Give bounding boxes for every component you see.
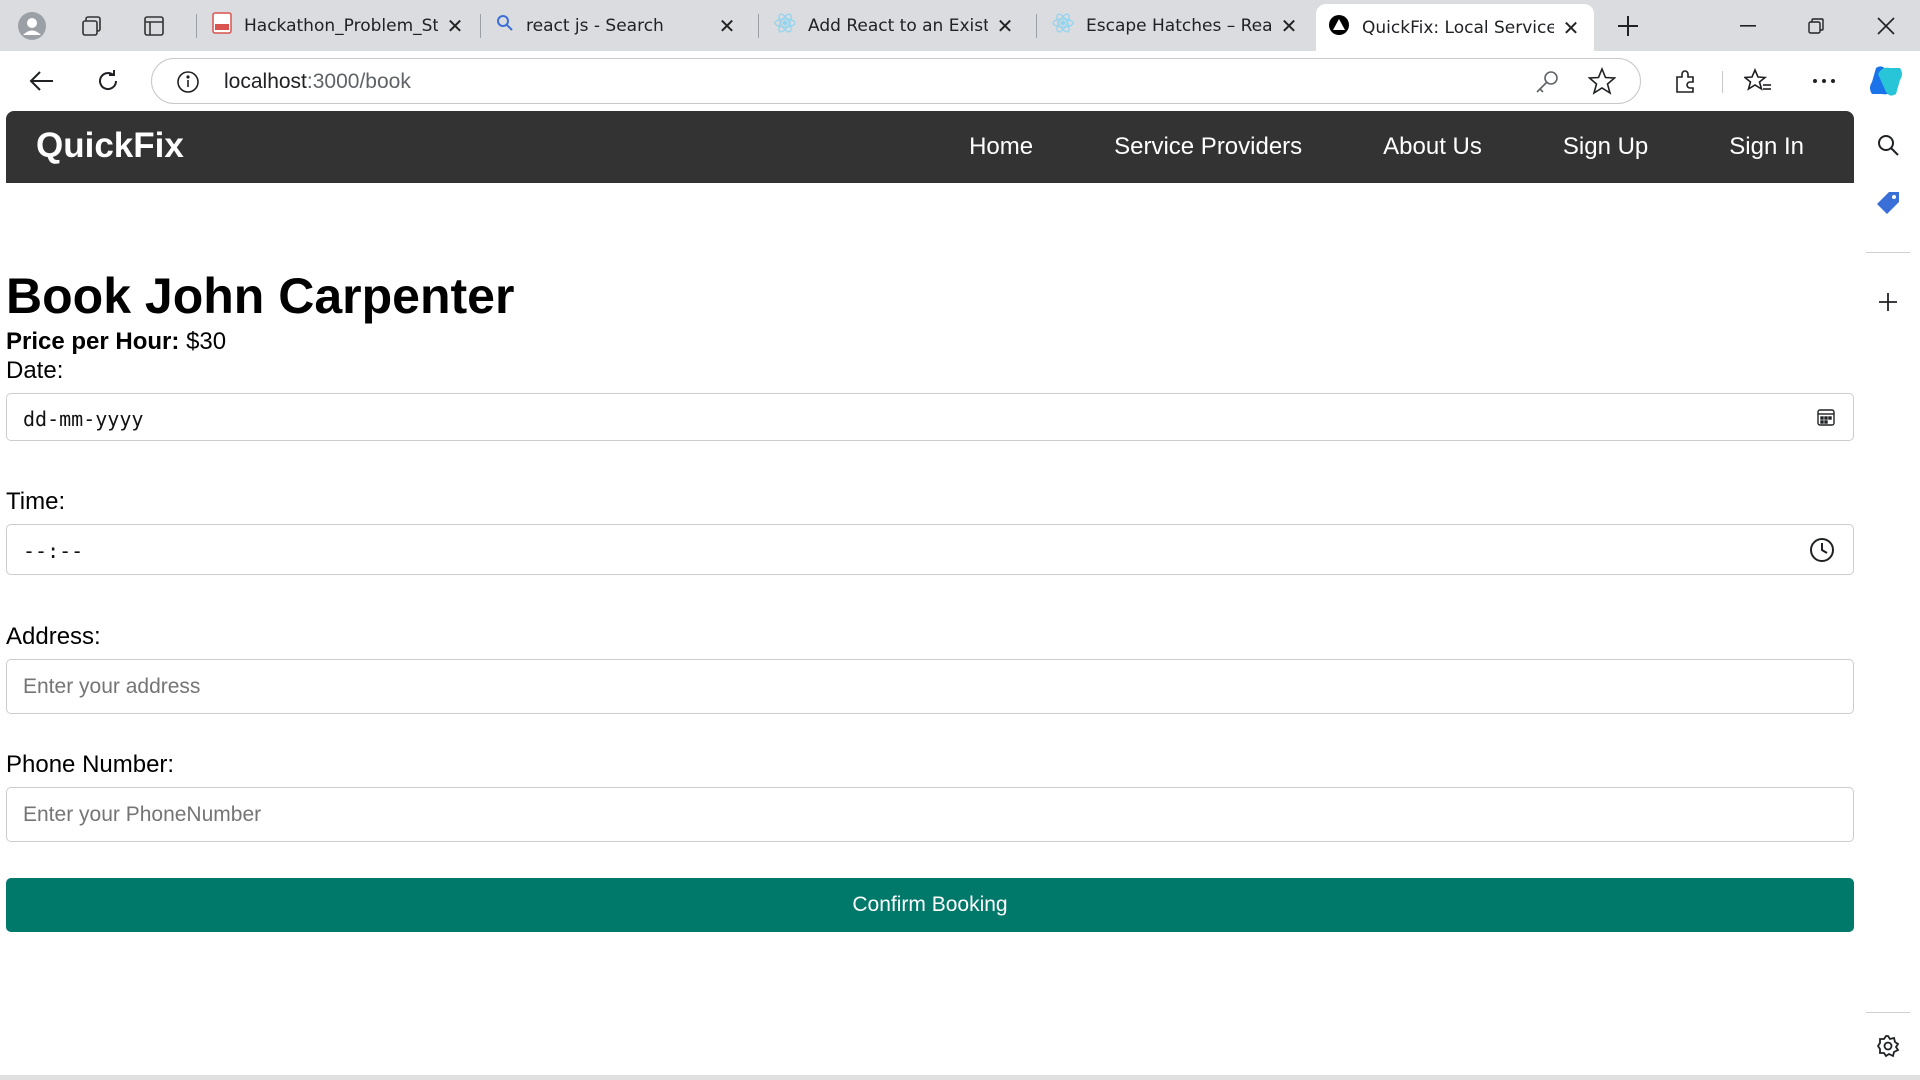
workspaces-icon[interactable] — [74, 8, 110, 44]
tab-separator — [196, 14, 197, 38]
search-icon — [496, 14, 514, 37]
address-label: Address: — [6, 623, 101, 650]
time-label: Time: — [6, 488, 66, 515]
clock-icon[interactable] — [1809, 537, 1835, 568]
edge-sidebar — [1856, 111, 1920, 1080]
restore-icon[interactable] — [1782, 0, 1850, 51]
tab-actions-icon[interactable] — [136, 8, 172, 44]
site-navbar: QuickFix Home Service Providers About Us… — [6, 111, 1854, 183]
window-bottom-edge — [0, 1075, 1920, 1080]
favorites-icon[interactable] — [1738, 61, 1778, 101]
nav-service-providers[interactable]: Service Providers — [1114, 133, 1302, 161]
react-icon — [774, 12, 796, 39]
time-input[interactable]: --:-- — [6, 524, 1854, 575]
reload-icon[interactable] — [88, 61, 128, 101]
brand-logo[interactable]: QuickFix — [36, 126, 184, 166]
tab-escape-hatches[interactable]: Escape Hatches – React ✕ — [1040, 4, 1312, 47]
new-tab-icon[interactable] — [1610, 8, 1646, 44]
browser-tab-strip: Hackathon_Problem_Sta ✕ react js - Searc… — [0, 0, 1920, 51]
password-key-icon[interactable] — [1534, 69, 1560, 95]
settings-gear-icon[interactable] — [1874, 1032, 1902, 1060]
more-menu-icon[interactable] — [1804, 61, 1844, 101]
address-bar[interactable]: localhost:3000/book — [151, 58, 1641, 104]
nav-home[interactable]: Home — [969, 133, 1033, 161]
nav-sign-up[interactable]: Sign Up — [1563, 133, 1648, 161]
close-icon[interactable]: ✕ — [1560, 16, 1582, 40]
address-input[interactable]: Enter your address — [6, 659, 1854, 714]
date-value: dd-mm-yyyy — [23, 407, 144, 431]
nav-sign-in[interactable]: Sign In — [1729, 133, 1804, 161]
price-label: Price per Hour: — [6, 328, 180, 355]
search-icon[interactable] — [1874, 131, 1902, 159]
tab-separator — [1036, 14, 1037, 38]
phone-label: Phone Number: — [6, 751, 175, 778]
tab-title: react js - Search — [526, 15, 664, 36]
nav-links: Home Service Providers About Us Sign Up … — [888, 111, 1804, 183]
toolbar-divider — [1722, 71, 1723, 93]
close-icon[interactable]: ✕ — [716, 14, 738, 38]
url-host: localhost — [224, 70, 307, 93]
shopping-tag-icon[interactable] — [1874, 189, 1902, 217]
copilot-icon[interactable] — [1866, 61, 1906, 101]
close-icon[interactable]: ✕ — [444, 14, 466, 38]
tab-separator — [758, 14, 759, 38]
price-value: $30 — [186, 328, 227, 355]
sidebar-divider — [1866, 252, 1910, 253]
address-placeholder: Enter your address — [23, 675, 201, 698]
react-icon — [1052, 12, 1074, 39]
site-info-icon[interactable] — [176, 70, 200, 94]
browser-toolbar: localhost:3000/book — [0, 51, 1920, 111]
page-viewport: QuickFix Home Service Providers About Us… — [6, 111, 1854, 1075]
time-value: --:-- — [23, 539, 84, 563]
price-line: Price per Hour: $30 — [6, 328, 226, 356]
close-icon[interactable]: ✕ — [994, 14, 1016, 38]
tab-quickfix[interactable]: QuickFix: Local Service P ✕ — [1316, 4, 1594, 51]
profile-icon[interactable] — [14, 8, 50, 44]
tab-add-react[interactable]: Add React to an Existing ✕ — [762, 4, 1028, 47]
tab-title: Hackathon_Problem_Sta — [244, 15, 438, 36]
close-icon[interactable]: ✕ — [1278, 14, 1300, 38]
date-label: Date: — [6, 357, 64, 384]
date-input[interactable]: dd-mm-yyyy — [6, 393, 1854, 441]
tab-hackathon-pdf[interactable]: Hackathon_Problem_Sta ✕ — [200, 4, 478, 47]
tab-react-search[interactable]: react js - Search ✕ — [484, 4, 750, 47]
quickfix-icon — [1328, 14, 1350, 41]
tab-title: Escape Hatches – React — [1086, 15, 1272, 36]
back-icon[interactable] — [22, 61, 62, 101]
url-path: :3000/book — [306, 70, 411, 93]
tab-title: Add React to an Existing — [808, 15, 988, 36]
close-window-icon[interactable] — [1852, 0, 1920, 51]
confirm-booking-button[interactable]: Confirm Booking — [6, 878, 1854, 932]
sidebar-divider — [1866, 1012, 1910, 1013]
nav-about-us[interactable]: About Us — [1383, 133, 1482, 161]
extensions-icon[interactable] — [1666, 61, 1706, 101]
phone-placeholder: Enter your PhoneNumber — [23, 803, 262, 826]
phone-input[interactable]: Enter your PhoneNumber — [6, 787, 1854, 842]
url-text: localhost:3000/book — [224, 70, 411, 94]
calendar-icon[interactable] — [1817, 408, 1835, 431]
tab-title: QuickFix: Local Service P — [1362, 17, 1554, 38]
page-title: Book John Carpenter — [6, 268, 515, 324]
add-icon[interactable] — [1874, 288, 1902, 316]
tab-separator — [480, 14, 481, 38]
favorite-star-icon[interactable] — [1587, 66, 1617, 95]
pdf-icon — [212, 12, 232, 39]
minimize-icon[interactable] — [1714, 0, 1782, 51]
